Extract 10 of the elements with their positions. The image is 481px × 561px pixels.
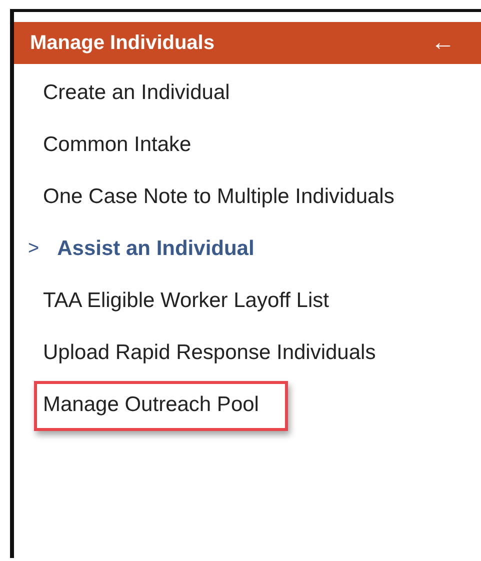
menu-link[interactable]: One Case Note to Multiple Individuals: [37, 182, 400, 212]
back-arrow-icon[interactable]: ←: [431, 31, 455, 55]
panel-title: Manage Individuals: [30, 32, 214, 54]
menu-link[interactable]: Create an Individual: [37, 78, 236, 108]
menu-link[interactable]: Manage Outreach Pool: [34, 381, 288, 431]
menu-link[interactable]: Common Intake: [37, 130, 198, 160]
menu-group-link[interactable]: Assist an Individual: [57, 234, 254, 264]
menu-link[interactable]: Upload Rapid Response Individuals: [37, 338, 382, 368]
menu-link[interactable]: TAA Eligible Worker Layoff List: [37, 286, 335, 316]
chevron-icon[interactable]: >: [14, 238, 58, 260]
